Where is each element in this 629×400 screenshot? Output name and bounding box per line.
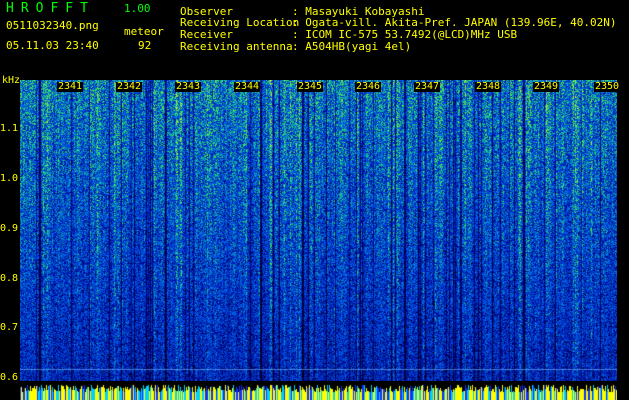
y-tick: 1.0 <box>0 173 19 184</box>
receiver-label: Receiver <box>180 28 233 41</box>
location-value: : Ogata-vill. Akita-Pref. JAPAN (139.96E… <box>292 16 617 29</box>
y-tick: 0.8 <box>0 273 19 284</box>
signal-level-bar <box>20 381 617 400</box>
location-label: Receiving Location <box>180 16 300 29</box>
time-mark: 2348 <box>475 81 502 92</box>
antenna-value: : A504HB(yagi 4el) <box>292 40 412 53</box>
y-tick: 1.1 <box>0 123 19 134</box>
time-mark: 2343 <box>175 81 202 92</box>
filename-label: 0511032340.png <box>6 19 99 32</box>
y-tick: 0.7 <box>0 322 19 333</box>
antenna-label: Receiving antenna <box>180 40 293 53</box>
app-version: 1.00 <box>124 2 151 15</box>
time-mark: 2350 <box>594 81 621 92</box>
receiver-value: : ICOM IC-575 53.7492(@LCD)MHz USB <box>292 28 518 41</box>
time-mark: 2341 <box>57 81 84 92</box>
count-label: 92 <box>138 39 152 52</box>
time-mark: 2344 <box>234 81 261 92</box>
app-title: HROFFT <box>6 1 95 16</box>
time-mark: 2346 <box>355 81 382 92</box>
y-axis-unit: kHz <box>2 75 21 86</box>
time-mark: 2342 <box>116 81 143 92</box>
y-tick: 0.9 <box>0 223 19 234</box>
y-tick: 0.6 <box>0 372 19 383</box>
time-mark: 2349 <box>533 81 560 92</box>
spectrogram <box>20 80 617 387</box>
time-mark: 2347 <box>414 81 441 92</box>
datetime-label: 05.11.03 23:40 <box>6 39 99 52</box>
mode-label: meteor <box>124 25 164 38</box>
time-mark: 2345 <box>297 81 324 92</box>
